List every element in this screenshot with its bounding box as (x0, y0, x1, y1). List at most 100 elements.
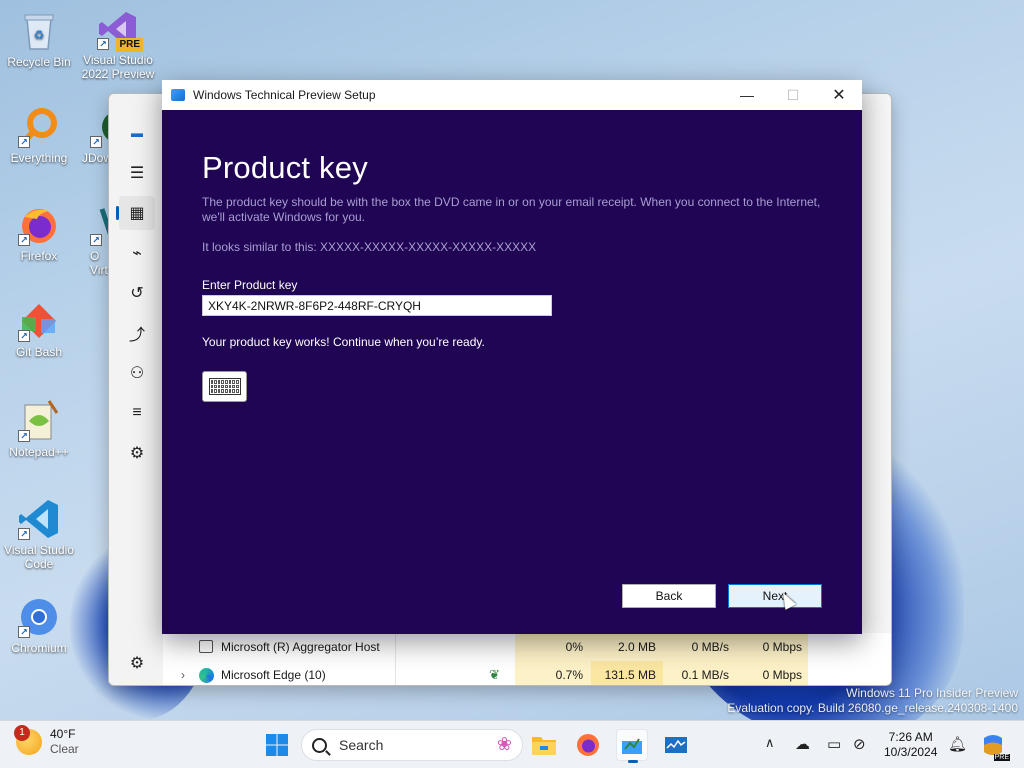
weather-widget[interactable]: 1 40°F Clear (14, 725, 79, 757)
startup-apps-icon[interactable]: ⤴ (119, 316, 155, 350)
keyboard-icon (208, 378, 241, 395)
edge-icon (199, 668, 214, 683)
firefox-icon: ↗ (18, 204, 60, 246)
svg-text:♻: ♻ (34, 28, 45, 42)
desktop-icon-firefox[interactable]: ↗ Firefox (1, 204, 77, 263)
task-manager-right-edge (861, 94, 891, 685)
system-clock[interactable]: 7:26 AM 10/3/2024 (884, 730, 937, 760)
notification-badge: 1 (14, 725, 30, 741)
setup-content: Product key The product key should be wi… (202, 150, 822, 402)
desktop-icon-jdownloader[interactable]: ↗ JDow (76, 106, 112, 165)
column-divider (395, 661, 396, 685)
notifications-bell-icon[interactable]: 🔔︎ (948, 735, 967, 753)
desktop-icon-label: JDow (82, 151, 112, 165)
desktop-icon-notepad-plus-plus[interactable]: ↗ Notepad++ (1, 400, 77, 459)
close-button[interactable]: ✕ (816, 80, 862, 110)
services-icon[interactable]: ⚙ (119, 436, 155, 470)
desktop-icon-oracle-virtualbox[interactable]: ↗ O Virt (76, 204, 112, 277)
next-button[interactable]: Next (728, 584, 822, 608)
desktop-icon-label: Firefox (20, 249, 58, 263)
product-key-input[interactable] (202, 295, 552, 316)
shortcut-arrow-icon: ↗ (97, 38, 109, 50)
desktop-icon-visual-studio-2022-preview[interactable]: PRE ↗ Visual Studio 2022 Preview (80, 8, 156, 81)
settings-gear-icon[interactable]: ⚙ (119, 646, 155, 680)
shortcut-arrow-icon: ↗ (90, 136, 102, 148)
desktop-icon-chromium[interactable]: ↗ Chromium (1, 596, 77, 655)
details-icon[interactable]: ≡ (119, 396, 155, 430)
onedrive-offline-icon[interactable]: ☁ (795, 735, 810, 753)
clock-time: 7:26 AM (888, 730, 933, 744)
product-key-status: Your product key works! Continue when yo… (202, 335, 485, 349)
users-icon[interactable]: ⚇ (119, 356, 155, 390)
process-network: 0 Mbps (762, 668, 802, 682)
task-manager-app-icon: ▬ (131, 126, 143, 140)
visual-studio-icon: PRE ↗ (97, 8, 143, 52)
setup-app-icon (171, 89, 185, 101)
desktop-icon-recycle-bin[interactable]: ♻ Recycle Bin (1, 10, 77, 69)
process-icon (199, 640, 213, 653)
product-key-description: The product key should be with the box t… (202, 195, 821, 224)
performance-icon[interactable]: ⌁ (119, 236, 155, 270)
setup-window[interactable]: Windows Technical Preview Setup — ☐ ✕ Pr… (162, 80, 862, 634)
process-cpu: 0% (565, 640, 583, 654)
minimize-button[interactable]: — (724, 80, 770, 110)
hamburger-menu-icon[interactable]: ☰ (119, 156, 155, 190)
shortcut-arrow-icon: ↗ (18, 234, 30, 246)
shortcut-arrow-icon: ↗ (18, 430, 30, 442)
display-icon[interactable]: ▭ (827, 735, 841, 753)
search-highlight-butterfly-icon: ❀ (496, 734, 512, 754)
weather-sun-icon: 1 (14, 725, 42, 755)
process-name: Microsoft (R) Aggregator Host (221, 640, 380, 654)
git-bash-icon: ↗ (18, 300, 60, 342)
process-memory: 2.0 MB (617, 640, 656, 654)
taskbar-file-explorer[interactable] (528, 729, 560, 761)
desktop-icon-label: Notepad++ (9, 445, 69, 459)
product-key-label: Enter Product key (202, 278, 298, 292)
copilot-icon (984, 735, 1002, 755)
everything-search-icon: ↗ (18, 106, 60, 148)
network-status-icon[interactable]: ⊘ (853, 735, 866, 753)
table-row[interactable]: Microsoft (R) Aggregator Host 0% 2.0 MB … (163, 633, 891, 661)
evaluation-watermark: Windows 11 Pro Insider Preview Evaluatio… (727, 686, 1018, 716)
app-history-icon[interactable]: ↺ (119, 276, 155, 310)
copilot-button[interactable]: PRE (978, 731, 1010, 761)
desktop-icon-label: Everything (10, 151, 68, 165)
shortcut-arrow-icon: ↗ (18, 330, 30, 342)
setup-window-title: Windows Technical Preview Setup (193, 88, 376, 102)
task-manager-sidebar: ▬ ☰ ▦ ⌁ ↺ ⤴ ⚇ ≡ ⚙ ⚙ (109, 94, 163, 685)
process-memory: 131.5 MB (604, 668, 656, 682)
chromium-icon: ↗ (18, 596, 60, 638)
back-button[interactable]: Back (622, 584, 716, 608)
expand-chevron-icon[interactable]: › (181, 661, 185, 685)
on-screen-keyboard-button[interactable] (202, 371, 247, 402)
show-hidden-icons-chevron-icon[interactable]: ∧ (765, 735, 775, 751)
taskbar: 1 40°F Clear Search ❀ ∧ ☁ ▭ ⊘ 7:26 AM 10… (0, 720, 1024, 768)
desktop-icon-label: Recycle Bin (7, 55, 71, 69)
weather-condition: Clear (50, 742, 79, 756)
desktop-icon-label: O Virt (90, 249, 108, 277)
taskbar-firefox[interactable] (572, 729, 604, 761)
desktop-icon-everything[interactable]: ↗ Everything (1, 106, 77, 165)
clock-date: 10/3/2024 (884, 745, 938, 759)
windows-logo-icon (266, 734, 288, 756)
start-button[interactable] (261, 729, 293, 761)
process-disk: 0.1 MB/s (681, 668, 729, 682)
shortcut-arrow-icon: ↗ (18, 528, 30, 540)
desktop-icon-visual-studio-code[interactable]: ↗ Visual Studio Code (1, 498, 77, 571)
process-cpu: 0.7% (555, 668, 583, 682)
watermark-edition: Windows 11 Pro Insider Preview (846, 686, 1018, 700)
desktop-icon-label: Chromium (11, 641, 67, 655)
setup-title-bar[interactable]: Windows Technical Preview Setup — ☐ ✕ (162, 80, 862, 110)
efficiency-mode-leaf-icon: ❦ (489, 667, 500, 682)
table-row[interactable]: › Microsoft Edge (10) ❦ 0.7% 131.5 MB 0.… (163, 661, 891, 685)
shortcut-arrow-icon: ↗ (18, 136, 30, 148)
task-manager-icon (665, 737, 687, 753)
taskbar-windows-setup[interactable] (616, 729, 648, 763)
taskbar-search-box[interactable]: Search ❀ (301, 729, 523, 761)
process-disk: 0 MB/s (691, 640, 729, 654)
processes-icon[interactable]: ▦ (116, 196, 155, 230)
setup-icon (622, 738, 642, 754)
copilot-preview-badge: PRE (993, 754, 1010, 761)
taskbar-task-manager[interactable] (660, 729, 692, 761)
desktop-icon-git-bash[interactable]: ↗ Git Bash (1, 300, 77, 359)
